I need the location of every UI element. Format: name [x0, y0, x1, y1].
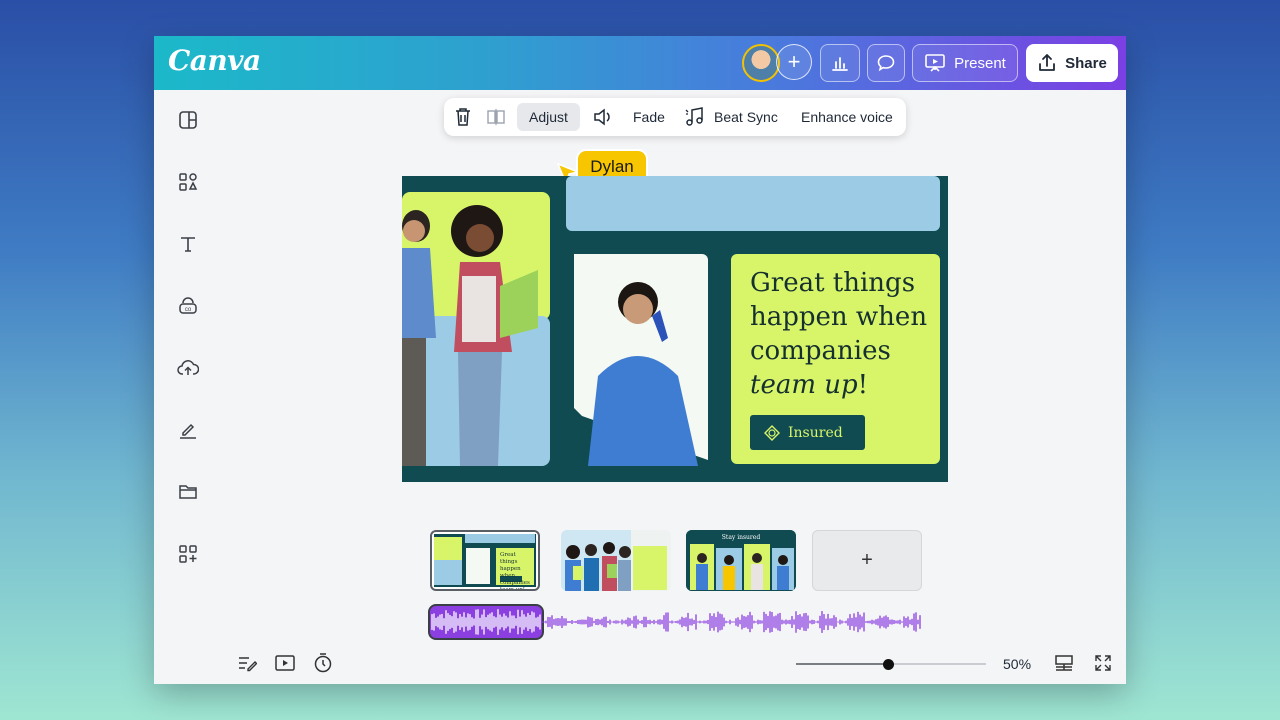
- badge-shape-icon: [764, 424, 780, 441]
- volume-icon[interactable]: [592, 103, 614, 131]
- left-sidebar: co: [154, 90, 222, 684]
- upload-cloud-icon[interactable]: [176, 356, 200, 380]
- plus-icon: +: [787, 49, 801, 74]
- split-icon[interactable]: [486, 103, 506, 131]
- elements-icon[interactable]: [176, 170, 200, 194]
- zoom-slider-handle[interactable]: [883, 659, 894, 670]
- music-note-icon: [685, 107, 703, 126]
- headline-line: happen when: [750, 302, 928, 332]
- fullscreen-icon[interactable]: [1092, 652, 1114, 674]
- page-thumbnail-2[interactable]: [561, 530, 671, 591]
- draw-icon[interactable]: [176, 418, 200, 442]
- page-thumbnail-3[interactable]: Stay insured: [686, 530, 796, 591]
- design-canvas[interactable]: Great things happen when companies team …: [402, 176, 948, 482]
- svg-text:co: co: [185, 307, 192, 313]
- adjust-button[interactable]: Adjust: [517, 103, 580, 131]
- enhance-voice-label: Enhance voice: [801, 109, 893, 125]
- trash-icon[interactable]: [454, 103, 472, 131]
- grid-view-icon[interactable]: [1053, 652, 1075, 674]
- folder-icon[interactable]: [176, 480, 200, 504]
- notes-icon[interactable]: [236, 652, 258, 674]
- thumb1-text: Great things happen when companies team …: [500, 552, 530, 591]
- headline-line: team up!: [750, 368, 927, 402]
- headline-line: Great things: [750, 268, 916, 298]
- canva-logo[interactable]: Canva: [168, 44, 261, 77]
- avatar[interactable]: [742, 44, 780, 82]
- comment-icon: [877, 55, 895, 72]
- zoom-slider-fill: [796, 663, 888, 665]
- share-button[interactable]: Share: [1026, 44, 1118, 82]
- present-label: Present: [954, 54, 1006, 72]
- beat-sync-label: Beat Sync: [714, 109, 778, 125]
- bar-chart-icon: [832, 57, 848, 71]
- context-toolbar: Adjust Fade Beat Sync Enhance voice: [444, 98, 906, 136]
- add-collaborator-button[interactable]: +: [776, 44, 812, 80]
- enhance-voice-button[interactable]: Enhance voice: [801, 103, 893, 131]
- canva-editor-window: Canva + Present Share co Adjust Fade Bea…: [154, 36, 1126, 684]
- timer-icon[interactable]: [312, 652, 334, 674]
- top-bar: Canva + Present Share: [154, 36, 1126, 90]
- brand-icon[interactable]: co: [176, 294, 200, 318]
- present-icon: [925, 54, 945, 72]
- share-icon: [1039, 54, 1056, 71]
- thumb2-art: [561, 530, 671, 591]
- present-button[interactable]: Present: [912, 44, 1018, 82]
- insights-button[interactable]: [820, 44, 860, 82]
- play-icon[interactable]: [274, 652, 296, 674]
- adjust-label: Adjust: [529, 109, 568, 125]
- page-thumbnail-1[interactable]: Great things happen when companies team …: [430, 530, 540, 591]
- design-panel-icon[interactable]: [176, 108, 200, 132]
- audio-track[interactable]: [428, 604, 924, 640]
- add-page-button[interactable]: +: [812, 530, 922, 591]
- zoom-level[interactable]: 50%: [1003, 656, 1031, 672]
- comment-button[interactable]: [867, 44, 905, 82]
- beat-sync-button[interactable]: Beat Sync: [684, 103, 778, 131]
- fade-label: Fade: [633, 109, 665, 125]
- headline-exclaim: !: [857, 370, 869, 400]
- share-label: Share: [1065, 54, 1107, 72]
- fade-button[interactable]: Fade: [633, 103, 665, 131]
- apps-icon[interactable]: [176, 542, 200, 566]
- headline: Great things happen when companies team …: [750, 266, 927, 402]
- text-icon[interactable]: [176, 232, 200, 256]
- insured-badge[interactable]: Insured: [750, 415, 865, 450]
- plus-icon: +: [861, 549, 873, 571]
- thumb3-title: Stay insured: [721, 534, 761, 541]
- insured-label: Insured: [788, 424, 843, 441]
- text-card[interactable]: Great things happen when companies team …: [731, 254, 940, 464]
- headline-line: companies: [750, 336, 891, 366]
- headline-italic: team up: [750, 370, 858, 400]
